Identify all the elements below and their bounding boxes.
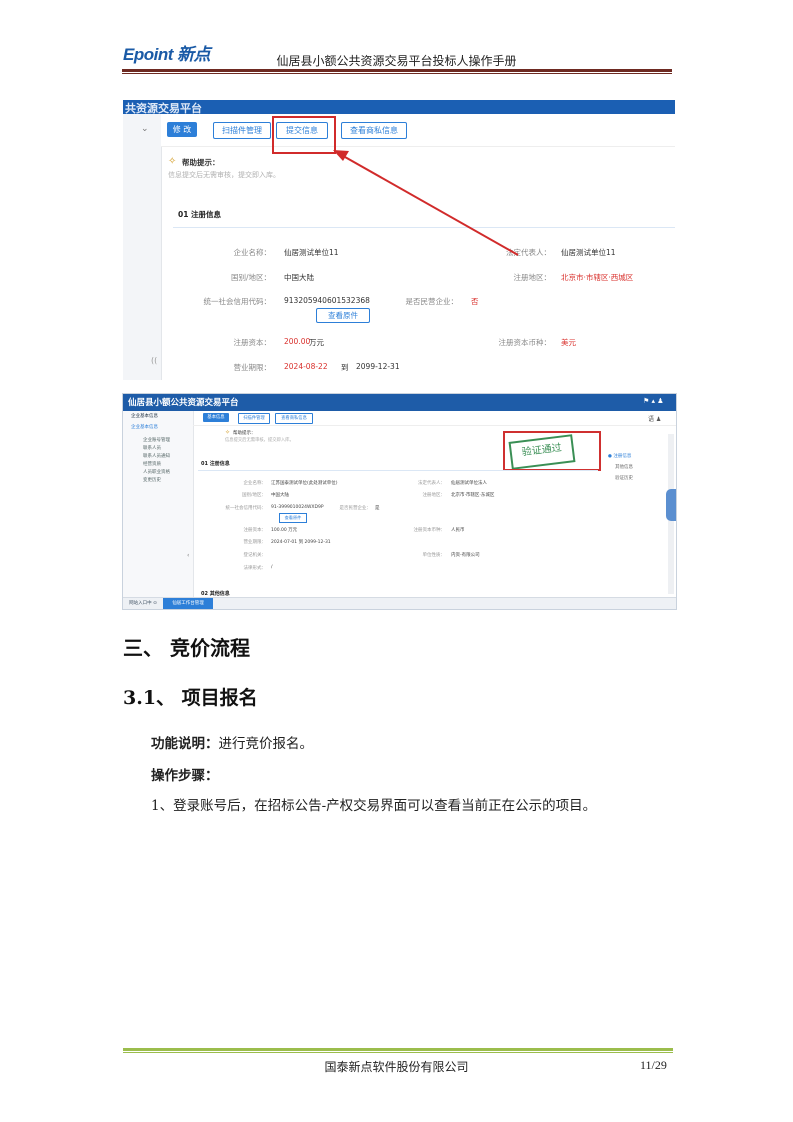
- footer-rule-thin: [123, 1052, 673, 1053]
- footer-rule: [123, 1048, 673, 1051]
- sidebar-item-basic-active[interactable]: 企业基本信息: [131, 424, 158, 430]
- field-value: /: [271, 565, 273, 570]
- field-value: 是: [375, 506, 380, 511]
- field-value: 仙居测试单位法人: [451, 481, 487, 486]
- section-2-title: 02 其他信息: [201, 591, 230, 597]
- right-nav-other[interactable]: 其他信息: [615, 464, 633, 470]
- function-description: 功能说明：进行竞价报名。: [151, 732, 313, 752]
- settings-icon[interactable]: ⚑ ▴ ♟: [643, 397, 664, 405]
- field-value: 100.00 万元: [271, 528, 298, 533]
- heading-project-registration: 3.1、 项目报名: [123, 687, 258, 709]
- sidebar-item-contact-notice[interactable]: 联系人员通知: [143, 453, 170, 459]
- sidebar-item-history[interactable]: 变更历史: [143, 477, 161, 483]
- basic-info-button[interactable]: 基本信息: [203, 413, 229, 422]
- steps-label: 操作步骤：: [151, 764, 219, 784]
- sidebar-item-qualification[interactable]: 经营资质: [143, 461, 161, 467]
- lightbulb-icon: ✧: [225, 429, 231, 436]
- sidebar-item-contacts[interactable]: 联系人员: [143, 445, 161, 451]
- section-divider: [198, 470, 598, 471]
- function-text: 进行竞价报名。: [218, 736, 314, 752]
- field-value: 内资-有限公司: [451, 553, 480, 558]
- float-tab-button[interactable]: [666, 489, 676, 521]
- view-private-button[interactable]: 查看商私信息: [275, 413, 313, 424]
- app-title: 仙居县小额公共资源交易平台: [128, 398, 239, 408]
- right-nav-verify-history[interactable]: 验证历史: [615, 475, 633, 481]
- field-label: 营业期限：: [243, 540, 267, 545]
- field-value: 中国大陆: [271, 493, 289, 498]
- field-label: 法定代表人：: [418, 481, 445, 486]
- page-number: 11/29: [640, 1058, 667, 1072]
- field-label: 是否民营企业：: [339, 506, 372, 511]
- right-nav-registration[interactable]: ● 注册信息: [608, 453, 631, 459]
- view-original-button[interactable]: 查看原件: [279, 513, 307, 523]
- field-value: 北京市·市辖区·东城区: [451, 493, 495, 498]
- sidebar-item-staff-cert[interactable]: 人员职业资格: [143, 469, 170, 475]
- field-label: 注册资本币种：: [413, 528, 446, 533]
- field-label: 登记机关：: [243, 553, 267, 558]
- steps-title: 操作步骤：: [151, 768, 219, 784]
- field-label: 国别/地区：: [241, 493, 266, 498]
- right-nav-label: 注册信息: [613, 454, 632, 459]
- field-value: 2024-07-01 到 2099-12-31: [271, 540, 331, 545]
- sidebar-item-account[interactable]: 企业账号管理: [143, 437, 170, 443]
- footer-company: 国泰新点软件股份有限公司: [324, 1060, 469, 1074]
- tab-workbench[interactable]: 仙居工作台管理: [163, 598, 213, 609]
- sidebar-item-basic[interactable]: 企业基本信息: [131, 413, 158, 419]
- help-title: 帮助提示：: [233, 431, 256, 436]
- header-rule-thin: [122, 73, 672, 74]
- help-text: 信息提交后无需审核，提交即入库。: [225, 438, 294, 443]
- heading-bidding-process: 三、 竞价流程: [123, 636, 250, 660]
- field-label: 企业名称：: [243, 481, 267, 486]
- field-label: 注册资本：: [243, 528, 267, 533]
- field-label: 注册地区：: [422, 493, 446, 498]
- field-label: 法律形式：: [243, 566, 267, 571]
- function-label: 功能说明：: [151, 736, 219, 752]
- screenshot-verified: 仙居县小额公共资源交易平台 ⚑ ▴ ♟ 企业基本信息 企业基本信息 企业账号管理…: [122, 393, 677, 610]
- top-right-icons[interactable]: 语 ♟: [648, 414, 661, 423]
- step-1: 1、登录账号后，在招标公告-产权交易界面可以查看当前正在公示的项目。: [151, 798, 597, 814]
- field-label: 统一社会信用代码：: [225, 506, 267, 511]
- screenshot-submit-info: 共资源交易平台 ⌄ 修 改 扫描件管理 提交信息 查看商私信息 ✧ 帮助提示： …: [123, 100, 675, 380]
- field-label: 单位性质：: [422, 553, 446, 558]
- section-title: 01 注册信息: [201, 461, 230, 467]
- pointer-arrow: [333, 150, 519, 256]
- field-value: 人民币: [451, 528, 465, 533]
- header-rule: [122, 69, 672, 72]
- field-value: 江苏国泰测试单位(此处测试单位): [271, 481, 338, 486]
- scan-manage-button[interactable]: 扫描件管理: [238, 413, 270, 424]
- highlight-box: [503, 431, 601, 471]
- document-title: 仙居县小额公共资源交易平台投标人操作手册: [276, 54, 517, 68]
- tab-portal[interactable]: 网站入口中 ⊙: [123, 598, 163, 609]
- collapse-arrow-icon[interactable]: ‹: [187, 552, 189, 559]
